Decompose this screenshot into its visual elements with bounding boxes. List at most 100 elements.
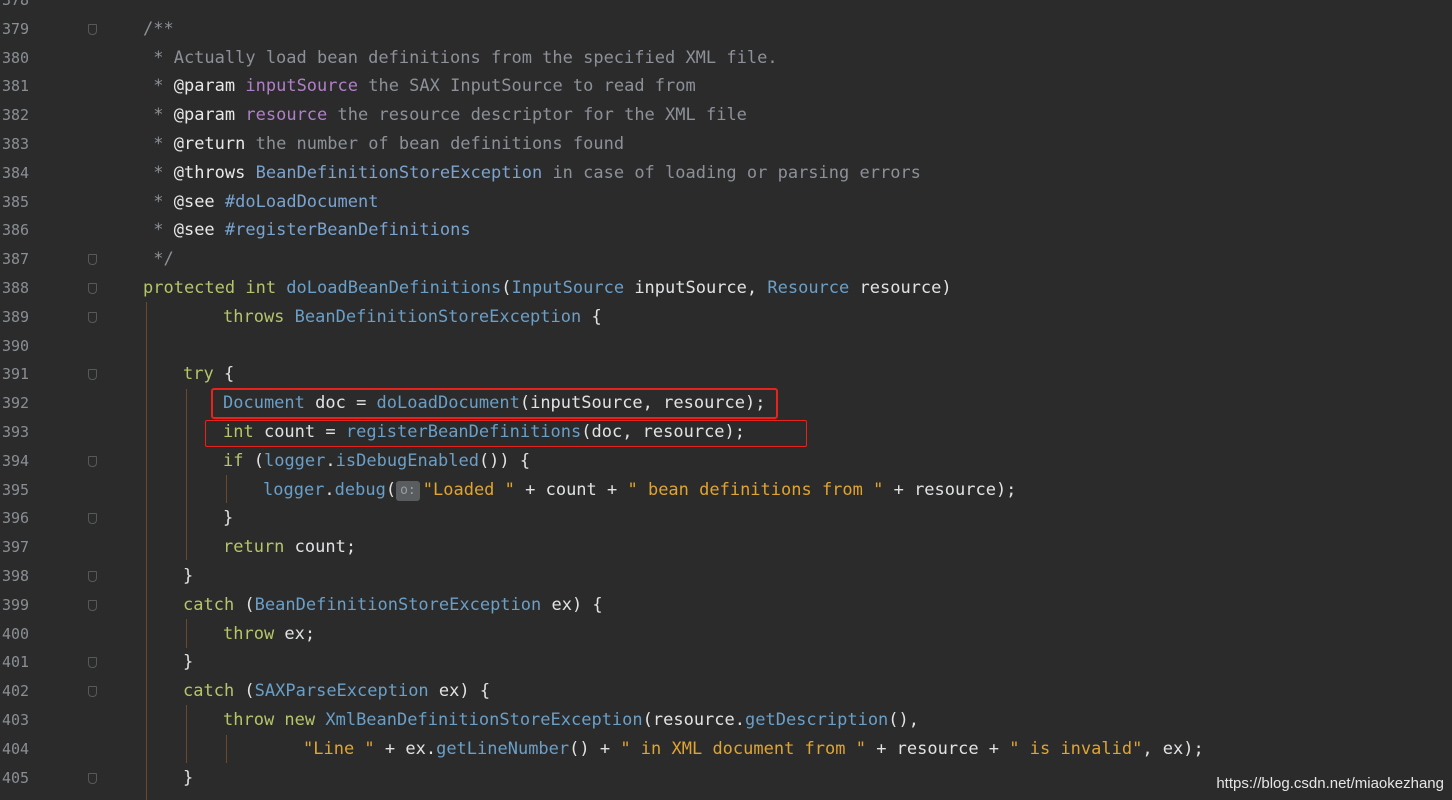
indent-guide [186,619,187,648]
code-text: * @see #registerBeanDefinitions [143,216,471,245]
code-token: debug [334,479,386,500]
code-text: * @param resource the resource descripto… [143,101,747,130]
fold-marker-icon[interactable] [88,455,97,467]
line-number: 393 [2,423,30,441]
code-token: * [143,76,174,97]
code-line[interactable]: 400 throw ex; [0,620,1452,649]
code-line[interactable]: 381 * @param inputSource the SAX InputSo… [0,72,1452,101]
fold-marker-icon[interactable] [88,513,97,525]
line-number: 390 [2,336,30,355]
code-token: ( [234,594,255,615]
indent-guide [226,735,227,763]
watermark-url: https://blog.csdn.net/miaokezhang [1216,775,1444,792]
line-number: 389 [2,307,30,326]
fold-marker-icon[interactable] [88,599,97,611]
code-text: return count; [223,533,356,562]
fold-marker-icon[interactable] [88,283,97,294]
code-token: doLoadBeanDefinitions [286,278,502,298]
code-line[interactable]: 385 * @see #doLoadDocument [0,188,1452,217]
line-number: 391 [2,365,30,384]
code-text: "Line " + ex.getLineNumber() + " in XML … [303,735,1204,764]
line-number: 382 [2,106,30,125]
code-token: logger [263,450,326,471]
code-token: XmlBeanDefinitionStoreException [325,710,643,730]
code-line[interactable]: 403 throw new XmlBeanDefinitionStoreExcep… [0,706,1452,735]
code-line[interactable]: 404 "Line " + ex.getLineNumber() + " in X… [0,735,1452,764]
code-line[interactable]: 387 */ [0,245,1452,274]
code-token: the SAX InputSource to read from [357,76,696,97]
code-token: /** [143,18,174,39]
code-line[interactable]: 391 try { [0,360,1452,389]
code-token: @param [173,76,236,97]
code-line[interactable]: 388 protected int doLoadBeanDefinitions(I… [0,274,1452,303]
line-number: 399 [2,595,30,614]
code-token: inputSource [245,76,358,97]
fold-marker-icon[interactable] [88,23,97,35]
code-text: if (logger.isDebugEnabled()) { [223,447,530,476]
code-token: } [183,767,194,788]
line-number: 396 [2,509,30,528]
code-line[interactable]: 386 * @see #registerBeanDefinitions [0,216,1452,245]
code-token: } [183,652,194,673]
code-line[interactable]: 390 [0,332,1452,361]
fold-marker-icon[interactable] [88,254,97,266]
code-token: ( [501,278,512,298]
code-token: SAXParseException [254,681,429,702]
code-token: protected int [143,278,287,298]
code-token: resource) [849,278,952,298]
code-token: { [213,364,235,385]
code-line[interactable]: 396} [0,504,1452,533]
fold-marker-icon[interactable] [88,311,97,323]
code-token: #registerBeanDefinitions [224,220,471,241]
code-token: * [143,191,174,212]
code-line[interactable]: 398} [0,562,1452,591]
code-token: + resource + [865,738,1010,759]
code-line[interactable]: 394 if (logger.isDebugEnabled()) { [0,447,1452,476]
fold-marker-icon[interactable] [88,686,97,698]
code-token: ()) { [478,450,531,471]
code-token: isDebugEnabled [335,450,479,471]
code-line[interactable]: 389 throws BeanDefinitionStoreException { [0,303,1452,332]
code-line[interactable]: 380 * Actually load bean definitions fro… [0,44,1452,73]
code-line[interactable]: 401} [0,648,1452,677]
line-number: 397 [2,538,30,557]
code-line[interactable]: 378 [0,0,1452,15]
code-token: + resource); [883,479,1017,500]
code-text: try { [183,360,234,389]
code-token: @see [173,220,215,241]
line-number: 388 [2,279,30,297]
code-line[interactable]: 379 /** [0,15,1452,44]
indent-guide [146,302,147,800]
code-line[interactable]: 402 catch (SAXParseException ex) { [0,677,1452,706]
fold-marker-icon[interactable] [88,369,97,381]
code-token: catch [183,594,235,615]
code-line[interactable]: 397 return count; [0,533,1452,562]
code-token: getDescription [745,710,889,730]
highlight-box [211,388,778,419]
code-line[interactable]: 383 * @return the number of bean definit… [0,130,1452,159]
code-line[interactable]: 384 * @throws BeanDefinitionStoreExcepti… [0,159,1452,188]
line-number: 380 [2,48,30,67]
code-line[interactable]: 399 catch (BeanDefinitionStoreException e… [0,591,1452,620]
code-token: BeanDefinitionStoreException [294,306,582,327]
line-number: 400 [2,624,30,643]
code-token: logger [263,479,325,500]
code-text: * @param inputSource the SAX InputSource… [143,72,696,101]
code-text: } [223,504,233,533]
highlight-box [205,420,807,447]
line-number: 383 [2,135,30,153]
code-token: BeanDefinitionStoreException [254,594,542,615]
code-line[interactable]: 382 * @param resource the resource descr… [0,101,1452,130]
code-editor[interactable]: 378 379 /** 380 * Actually load bean defini… [0,0,1452,800]
fold-marker-icon[interactable] [88,657,97,669]
fold-marker-icon[interactable] [88,571,97,582]
code-token: throw new [223,710,326,730]
line-number: 387 [2,250,30,269]
fold-marker-icon[interactable] [88,772,97,784]
code-token: count; [284,537,357,558]
code-token: . [325,450,336,471]
code-line[interactable]: 395 logger.debug(o: "Loaded " + count + " … [0,476,1452,505]
code-text: * @throws BeanDefinitionStoreException i… [143,159,921,188]
